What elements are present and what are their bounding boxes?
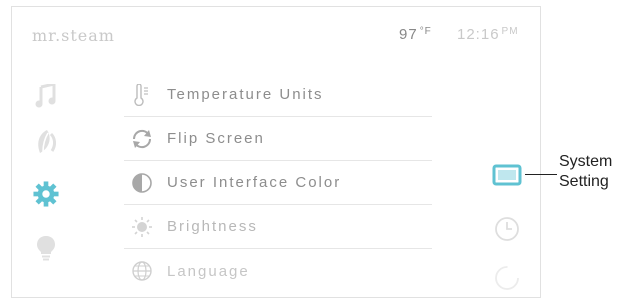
temperature-unit: °F — [419, 26, 432, 37]
settings-item-temperature-units[interactable]: Temperature Units — [124, 73, 432, 117]
contrast-icon — [131, 172, 153, 194]
settings-list: Temperature Units Flip Screen User Inter… — [124, 73, 432, 293]
settings-item-label: Flip Screen — [167, 130, 265, 147]
clock-time: 12:16 — [457, 26, 500, 43]
settings-item-label: Brightness — [167, 218, 258, 235]
settings-item-flip-screen[interactable]: Flip Screen — [124, 117, 432, 161]
clock-ampm: PM — [501, 26, 519, 37]
gear-icon[interactable] — [33, 181, 59, 207]
thermometer-icon — [131, 83, 153, 106]
refresh-icon[interactable] — [492, 263, 522, 293]
clock-readout: 12:16 PM — [457, 26, 519, 43]
temperature-value: 97 — [399, 26, 418, 43]
globe-icon — [131, 260, 153, 282]
annotation-line — [525, 174, 557, 175]
music-note-icon[interactable] — [33, 83, 59, 109]
annotation-line-2: Setting — [559, 173, 609, 190]
annotation-line-1: System — [559, 153, 613, 170]
settings-item-language[interactable]: Language — [124, 249, 432, 293]
screen-settings-icon[interactable] — [492, 160, 522, 190]
temperature-readout: 97 °F — [399, 26, 432, 43]
settings-item-label: Temperature Units — [167, 86, 324, 103]
settings-item-label: User Interface Color — [167, 174, 342, 191]
settings-item-user-interface-color[interactable]: User Interface Color — [124, 161, 432, 205]
aroma-leaf-icon[interactable] — [33, 129, 59, 155]
clock-icon[interactable] — [492, 214, 522, 244]
annotation-label: System Setting — [559, 152, 612, 192]
sun-icon — [131, 216, 153, 238]
settings-item-brightness[interactable]: Brightness — [124, 205, 432, 249]
lightbulb-icon[interactable] — [33, 235, 59, 261]
device-screen: mr.steam 97 °F 12:16 PM Temperature Unit… — [11, 6, 541, 298]
brand-logo: mr.steam — [32, 26, 115, 45]
settings-item-label: Language — [167, 262, 250, 280]
rotate-icon — [131, 128, 153, 150]
